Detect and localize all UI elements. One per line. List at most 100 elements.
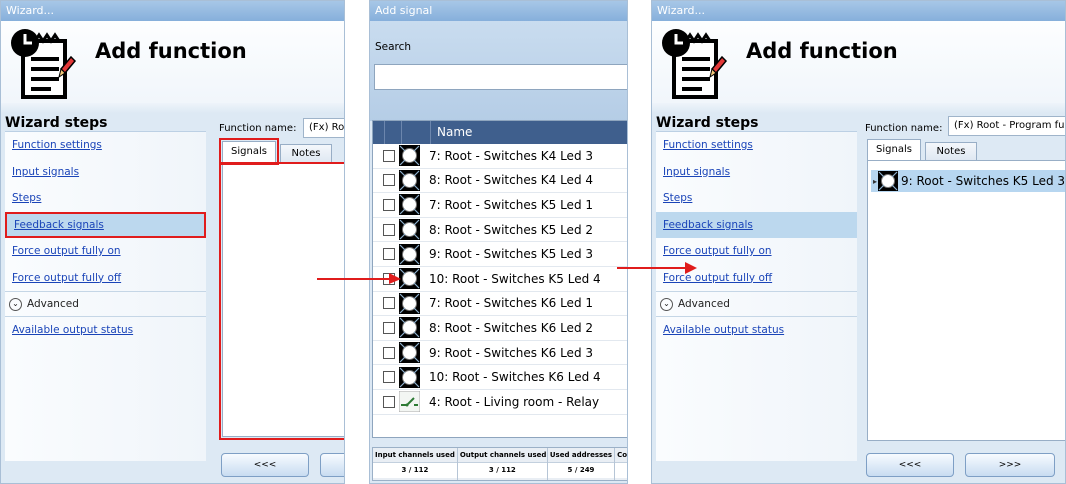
function-name-field[interactable]: (Fx) Ro xyxy=(303,118,344,138)
signal-row[interactable]: 10: Root - Switches K6 Led 4 xyxy=(373,365,627,390)
stat-used-addresses: Used addresses 5 / 249 xyxy=(547,448,616,480)
signal-checkbox[interactable] xyxy=(383,395,395,408)
signal-checkbox[interactable] xyxy=(383,149,395,162)
signal-row[interactable]: 8: Root - Switches K5 Led 2 xyxy=(373,218,627,243)
signal-name: 8: Root - Switches K5 Led 2 xyxy=(429,222,594,237)
led-signal-icon xyxy=(399,219,420,241)
previous-button[interactable]: <<< xyxy=(866,453,954,477)
wizard-steps-title: Wizard steps xyxy=(656,115,759,131)
grid-header: Name xyxy=(373,121,627,144)
led-signal-icon xyxy=(399,342,420,364)
signal-row[interactable]: 7: Root - Switches K4 Led 3 xyxy=(373,144,627,169)
expand-arrow-icon[interactable]: ▸ xyxy=(873,177,877,186)
step-available-output-status[interactable]: Available output status xyxy=(656,317,857,344)
advanced-label: Advanced xyxy=(27,298,79,310)
next-button[interactable] xyxy=(320,453,344,477)
led-signal-icon xyxy=(399,194,420,216)
signal-grid: Name 7: Root - Switches K4 Led 3 8: Root … xyxy=(372,120,627,438)
signal-row[interactable]: 7: Root - Switches K6 Led 1 xyxy=(373,292,627,317)
stat-label: Co xyxy=(615,448,627,463)
signal-row[interactable]: 8: Root - Switches K4 Led 4 xyxy=(373,169,627,194)
selected-signal-label: 9: Root - Switches K5 Led 3 xyxy=(901,174,1066,188)
function-name-field[interactable]: (Fx) Root - Program fu xyxy=(948,116,1065,136)
led-signal-icon xyxy=(399,243,420,265)
relay-signal-icon xyxy=(399,391,420,413)
left-wizard-header: Add function xyxy=(1,21,344,103)
add-signal-window: Add signal Search Name 7: Root - Switche… xyxy=(369,0,628,484)
step-force-output-on[interactable]: Force output fully on xyxy=(5,238,206,265)
signal-row[interactable]: 8: Root - Switches K6 Led 2 xyxy=(373,316,627,341)
search-input[interactable] xyxy=(374,64,627,90)
signal-checkbox[interactable] xyxy=(383,371,395,384)
chevron-down-circle-icon: ⌄ xyxy=(9,297,22,311)
step-steps[interactable]: Steps xyxy=(656,185,857,212)
stat-value: 3 / 112 xyxy=(457,463,547,478)
step-function-settings[interactable]: Function settings xyxy=(656,132,857,159)
signal-row[interactable]: 9: Root - Switches K6 Led 3 xyxy=(373,341,627,366)
signal-name: 10: Root - Switches K5 Led 4 xyxy=(429,271,601,286)
signals-panel-highlight-box xyxy=(219,162,344,440)
signal-row[interactable]: 9: Root - Switches K5 Led 3 xyxy=(373,242,627,267)
signal-name: 9: Root - Switches K6 Led 3 xyxy=(429,345,594,360)
wizard-steps-list: Function settings Input signals Steps Fe… xyxy=(5,131,206,461)
signal-checkbox[interactable] xyxy=(383,223,395,236)
signal-checkbox[interactable] xyxy=(383,248,395,261)
next-button[interactable]: >>> xyxy=(965,453,1055,477)
led-signal-icon xyxy=(399,317,420,339)
signal-name: 8: Root - Switches K4 Led 4 xyxy=(429,173,594,188)
step-feedback-signals[interactable]: Feedback signals xyxy=(656,211,857,238)
add-signal-title: Add signal xyxy=(370,1,627,21)
grid-header-check-col xyxy=(385,121,402,144)
tab-signals[interactable]: Signals xyxy=(867,139,921,160)
signal-checkbox[interactable] xyxy=(383,174,395,187)
led-signal-icon xyxy=(399,366,420,388)
grid-header-icon-col xyxy=(402,121,431,144)
signal-name: 10: Root - Switches K6 Led 4 xyxy=(429,370,601,385)
step-function-settings[interactable]: Function settings xyxy=(5,132,206,159)
grid-header-name[interactable]: Name xyxy=(431,121,472,144)
stat-value: 5 / 249 xyxy=(547,463,615,478)
tab-notes[interactable]: Notes xyxy=(925,142,977,160)
notepad-clock-icon xyxy=(9,27,79,106)
page-title: Add function xyxy=(95,39,247,63)
advanced-toggle[interactable]: ⌄ Advanced xyxy=(656,291,857,317)
signal-row[interactable]: 7: Root - Switches K5 Led 1 xyxy=(373,193,627,218)
right-wizard-header: Add function xyxy=(652,21,1065,103)
step-input-signals[interactable]: Input signals xyxy=(5,159,206,186)
stat-label: Input channels used xyxy=(373,448,457,463)
signal-checkbox[interactable] xyxy=(383,346,395,359)
step-feedback-signals[interactable]: Feedback signals xyxy=(5,211,206,238)
advanced-toggle[interactable]: ⌄ Advanced xyxy=(5,291,206,317)
arrow-to-feedback-panel xyxy=(617,262,697,274)
left-wizard-title: Wizard... xyxy=(1,1,344,21)
signal-name: 7: Root - Switches K5 Led 1 xyxy=(429,197,594,212)
signals-panel xyxy=(867,160,1065,441)
stat-value: 3 / 112 xyxy=(373,463,457,478)
signal-name: 9: Root - Switches K5 Led 3 xyxy=(429,247,594,262)
step-available-output-status[interactable]: Available output status xyxy=(5,317,206,344)
signal-row[interactable]: 10: Root - Switches K5 Led 4 xyxy=(373,267,627,292)
grid-rows: 7: Root - Switches K4 Led 3 8: Root - Swi… xyxy=(373,144,627,415)
wizard-steps-title: Wizard steps xyxy=(5,115,108,131)
signal-checkbox[interactable] xyxy=(383,297,395,310)
step-steps[interactable]: Steps xyxy=(5,185,206,212)
led-signal-icon xyxy=(878,171,899,191)
arrow-to-signal-list xyxy=(317,273,401,284)
search-label: Search xyxy=(375,41,412,53)
step-force-output-off[interactable]: Force output fully off xyxy=(5,265,206,292)
stat-output-channels: Output channels used 3 / 112 xyxy=(457,448,548,480)
signal-checkbox[interactable] xyxy=(383,321,395,334)
signal-checkbox[interactable] xyxy=(383,198,395,211)
signal-row[interactable]: 4: Root - Living room - Relay xyxy=(373,390,627,415)
wizard-steps-list: Function settings Input signals Steps Fe… xyxy=(656,131,857,461)
right-wizard-title: Wizard... xyxy=(652,1,1065,21)
led-signal-icon xyxy=(399,292,420,314)
led-signal-icon xyxy=(399,145,420,167)
stat-co: Co xyxy=(615,448,627,480)
step-input-signals[interactable]: Input signals xyxy=(656,159,857,186)
header-band xyxy=(652,103,1065,113)
selected-signal-row[interactable]: ▸ 9: Root - Switches K5 Led 3 xyxy=(871,170,1066,192)
stat-label: Output channels used xyxy=(457,448,547,463)
previous-button[interactable]: <<< xyxy=(221,453,309,477)
tab-notes[interactable]: Notes xyxy=(280,144,332,162)
